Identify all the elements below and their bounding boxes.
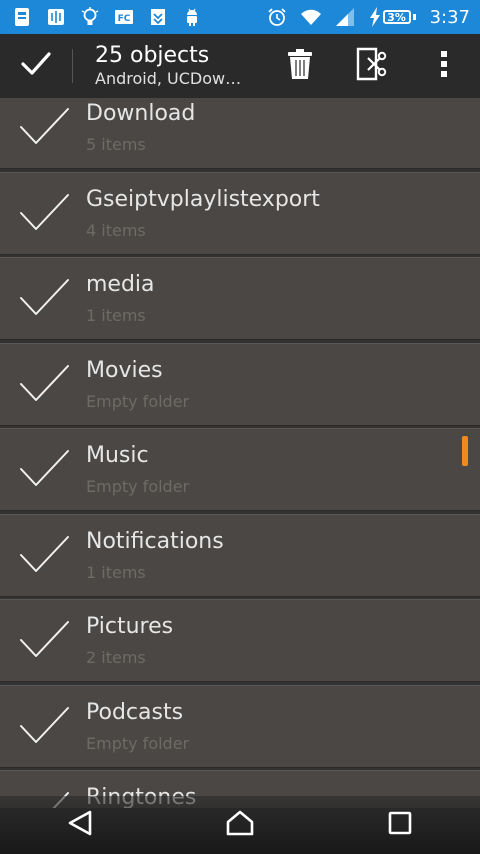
status-bar: FC 3% 3:37	[0, 0, 480, 34]
selected-checkmark-icon[interactable]	[16, 105, 72, 149]
recents-button[interactable]	[360, 796, 440, 854]
folder-name: Podcasts	[86, 699, 184, 725]
folder-name: Notifications	[86, 528, 224, 554]
list-item[interactable]: Download 5 items	[0, 98, 480, 169]
selected-checkmark-icon[interactable]	[16, 447, 72, 491]
navigation-bar	[0, 796, 480, 854]
sim-card-icon	[12, 7, 32, 27]
back-button[interactable]	[40, 796, 120, 854]
folder-details: Empty folder	[86, 391, 190, 411]
overflow-menu-button[interactable]	[408, 34, 480, 98]
list-item[interactable]: Movies Empty folder	[0, 342, 480, 426]
action-bar: 25 objects Android, UCDow…	[0, 34, 480, 98]
selected-checkmark-icon[interactable]	[16, 362, 72, 406]
folder-name: Download	[86, 101, 196, 126]
action-bar-divider	[72, 49, 73, 83]
selection-count: 25 objects	[95, 43, 210, 68]
battery-nub	[412, 14, 416, 20]
scroll-indicator[interactable]	[462, 436, 468, 466]
selection-summary: 25 objects Android, UCDow…	[95, 43, 264, 89]
recents-square-icon	[388, 811, 412, 839]
home-button[interactable]	[200, 796, 280, 854]
list-item[interactable]: Pictures 2 items	[0, 599, 480, 682]
selected-checkmark-icon[interactable]	[16, 276, 72, 320]
list-item[interactable]: Podcasts Empty folder	[0, 684, 480, 768]
selection-names: Android, UCDow…	[95, 69, 242, 88]
back-triangle-icon	[67, 809, 93, 841]
svg-text:FC: FC	[118, 14, 131, 24]
file-list-content: Download 5 items Gseiptvplaylistexport 4 it…	[0, 98, 480, 808]
home-icon	[225, 809, 255, 841]
status-bar-left: FC	[12, 7, 202, 27]
selected-checkmark-icon[interactable]	[16, 704, 72, 748]
folder-name: Movies	[86, 357, 163, 383]
folder-details: Empty folder	[86, 733, 190, 753]
list-item[interactable]: Gseiptvplaylistexport 4 items	[0, 171, 480, 255]
download-flag-icon	[148, 7, 168, 27]
list-item[interactable]: media 1 items	[0, 257, 480, 340]
nfc-icon	[46, 7, 66, 27]
lightbulb-icon	[80, 7, 100, 27]
selected-checkmark-icon[interactable]	[16, 191, 72, 235]
checkmark-icon	[20, 51, 52, 81]
list-item[interactable]: Notifications 1 items	[0, 513, 480, 597]
wifi-icon	[300, 7, 321, 27]
selected-checkmark-icon[interactable]	[16, 533, 72, 577]
folder-name: Pictures	[86, 614, 174, 639]
folder-details: 2 items	[86, 648, 146, 667]
folder-details: Empty folder	[86, 477, 190, 496]
battery-indicator: 3%	[369, 7, 416, 27]
cut-icon	[355, 47, 389, 85]
status-time: 3:37	[429, 6, 470, 28]
list-item[interactable]: Music Empty folder	[0, 428, 480, 511]
folder-details: 5 items	[86, 135, 146, 154]
charging-icon	[369, 7, 381, 27]
file-list[interactable]: Download 5 items Gseiptvplaylistexport 4 it…	[0, 98, 480, 808]
delete-button[interactable]	[264, 34, 336, 98]
trash-icon	[287, 48, 313, 84]
alarm-icon	[267, 7, 287, 27]
folder-details: 1 items	[86, 306, 146, 325]
signal-icon	[335, 7, 355, 27]
done-button[interactable]	[0, 34, 72, 98]
app-fc-icon: FC	[114, 7, 134, 27]
cut-button[interactable]	[336, 34, 408, 98]
folder-name: Music	[86, 443, 149, 468]
selected-checkmark-icon[interactable]	[16, 618, 72, 662]
folder-name: media	[86, 272, 155, 297]
folder-name: Gseiptvplaylistexport	[86, 186, 320, 212]
more-vert-icon	[440, 50, 448, 82]
folder-details: 1 items	[86, 562, 146, 582]
battery-level: 3%	[382, 10, 411, 24]
android-icon	[182, 7, 202, 27]
status-bar-right: 3% 3:37	[267, 7, 470, 28]
folder-details: 4 items	[86, 220, 146, 240]
